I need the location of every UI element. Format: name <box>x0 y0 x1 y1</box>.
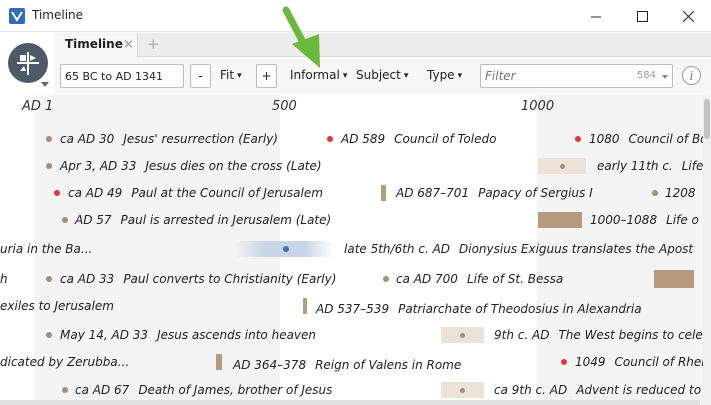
timeline-event[interactable]: AD 589 Council of Toledo <box>341 131 496 147</box>
timeline-event[interactable]: late 5th/6th c. AD Dionysius Exiguus tran… <box>344 241 693 257</box>
close-icon <box>682 10 694 22</box>
timeline-toolbar: - Fit▾ + Informal▾ Subject▾ Type▾ 584 i <box>54 58 711 94</box>
timeline-event[interactable]: h <box>0 271 8 287</box>
axis-label-ad1: AD 1 <box>22 99 54 114</box>
event-marker <box>383 276 389 282</box>
axis-label-500: 500 <box>272 99 297 114</box>
filter-result-count: 584 <box>636 70 656 81</box>
timeline-event[interactable]: AD 537–539 Patriarchate of Theodosius in … <box>316 301 642 317</box>
minimize-button[interactable] <box>573 0 619 32</box>
date-range-bar <box>441 327 484 343</box>
logos-home-button[interactable] <box>8 43 48 83</box>
timeline-canvas[interactable]: AD 1 500 1000 ca AD 30 Jesus' resurrectio… <box>0 95 711 405</box>
event-marker <box>46 136 52 142</box>
logos-logo-icon <box>17 52 39 75</box>
date-range-bar <box>654 270 694 288</box>
filter-input[interactable] <box>485 68 615 84</box>
event-marker <box>283 246 289 252</box>
timeline-event[interactable]: exiles to Jerusalem <box>0 298 114 314</box>
filter-dropdown-icon[interactable] <box>662 75 668 79</box>
date-range-input[interactable] <box>60 64 184 88</box>
date-range-bar <box>381 185 386 201</box>
annotation-arrow-icon <box>282 6 320 68</box>
maximize-icon <box>636 10 648 22</box>
close-button[interactable] <box>665 0 711 32</box>
horizontal-scrollbar[interactable] <box>0 400 700 405</box>
timeline-event[interactable]: uria in the Ba... <box>0 241 92 257</box>
info-icon[interactable]: i <box>682 66 701 85</box>
key-event-marker <box>54 190 60 196</box>
maximize-button[interactable] <box>619 0 665 32</box>
event-marker <box>46 332 52 338</box>
subject-label: Subject <box>356 68 401 82</box>
timeline-event[interactable]: 1080 Council of Bo <box>589 131 708 147</box>
date-range-bar <box>234 241 334 257</box>
timeline-event[interactable]: ca AD 30 Jesus' resurrection (Early) <box>60 131 278 147</box>
timeline-event[interactable]: early 11th c. Life <box>597 158 703 174</box>
timeline-event[interactable]: AD 364–378 Reign of Valens in Rome <box>233 357 461 373</box>
event-marker <box>460 333 465 338</box>
event-marker <box>460 388 465 393</box>
timeline-event[interactable]: AD 57 Paul is arrested in Jerusalem (Late… <box>75 212 331 228</box>
type-menu-button[interactable]: Type ▾ <box>427 68 462 82</box>
logo-menu-caret[interactable] <box>41 82 49 87</box>
chevron-down-icon: ▾ <box>237 71 242 81</box>
event-marker <box>46 163 52 169</box>
fit-menu-button[interactable]: Fit ▾ <box>220 68 242 82</box>
date-range-bar <box>538 212 582 228</box>
chevron-down-icon: ▾ <box>403 71 409 81</box>
event-marker <box>652 190 658 196</box>
minimize-icon <box>590 16 601 17</box>
event-marker <box>560 164 565 169</box>
filter-box[interactable]: 584 <box>480 64 673 88</box>
tab-strip: Timeline × + <box>54 33 711 58</box>
date-range-bar <box>441 382 484 398</box>
tab-timeline-label: Timeline <box>65 37 123 51</box>
vertical-scrollbar-thumb[interactable] <box>704 99 710 139</box>
vertical-scrollbar[interactable] <box>703 95 711 405</box>
new-tab-plus-icon[interactable]: + <box>147 35 160 53</box>
logos-app-icon <box>9 8 25 24</box>
date-range-bar <box>303 298 307 314</box>
timeline-event[interactable]: AD 687–701 Papacy of Sergius I <box>396 185 593 201</box>
title-bar: Timeline <box>0 0 711 32</box>
timeline-event[interactable]: ca AD 33 Paul converts to Christianity (E… <box>60 271 336 287</box>
event-marker <box>46 276 52 282</box>
date-range-bar <box>216 354 222 370</box>
timeline-event[interactable]: ca AD 49 Paul at the Council of Jerusalem <box>68 185 323 201</box>
date-range-bar <box>538 158 586 174</box>
window-title: Timeline <box>32 8 84 22</box>
timeline-event[interactable]: 9th c. AD The West begins to cele <box>494 327 703 343</box>
timeline-event[interactable]: 1000–1088 Life o <box>590 212 699 228</box>
axis-label-1000: 1000 <box>521 99 555 114</box>
timeline-event[interactable]: ca AD 67 Death of James, brother of Jesus <box>75 382 332 398</box>
tab-close-icon[interactable]: × <box>123 38 134 51</box>
timeline-event[interactable]: Apr 3, AD 33 Jesus dies on the cross (Lat… <box>60 158 322 174</box>
key-event-marker <box>561 359 567 365</box>
timeline-event[interactable]: May 14, AD 33 Jesus ascends into heaven <box>60 327 316 343</box>
tab-timeline[interactable]: Timeline × <box>54 33 138 58</box>
fit-label: Fit <box>220 68 235 82</box>
timeline-event[interactable]: ca AD 700 Life of St. Bessa <box>396 271 563 287</box>
timeline-event[interactable]: 1049 Council of Rheim <box>575 354 711 370</box>
key-event-marker <box>327 136 333 142</box>
chevron-down-icon: ▾ <box>342 71 348 81</box>
type-label: Type <box>427 68 455 82</box>
event-marker <box>62 217 68 223</box>
event-marker <box>62 387 68 393</box>
timeline-event[interactable]: ca 9th c. AD Advent is reduced to <box>494 382 701 398</box>
zoom-out-button[interactable]: - <box>190 64 211 88</box>
key-event-marker <box>575 136 581 142</box>
timeline-event[interactable]: dicated by Zerubba... <box>0 354 129 370</box>
subject-menu-button[interactable]: Subject ▾ <box>356 68 408 82</box>
zoom-in-button[interactable]: + <box>256 64 277 88</box>
chevron-down-icon: ▾ <box>457 71 463 81</box>
